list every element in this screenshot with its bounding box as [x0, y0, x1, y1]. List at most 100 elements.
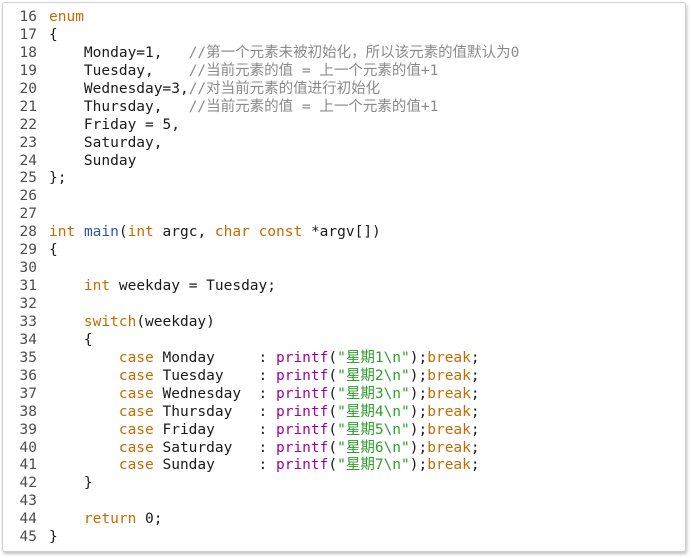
comment-token: //第一个元素未被初始化，所以该元素的值默认为0 — [188, 44, 520, 61]
keyword-token: switch — [83, 313, 137, 330]
code-token: ( — [328, 367, 338, 384]
code-editor[interactable]: 16 enum 17 {18 Monday=1, //第一个元素未被初始化，所以该元素… — [3, 9, 685, 547]
comment-token: //对当前元素的值进行初始化 — [188, 80, 381, 97]
code-token: ); — [409, 367, 428, 384]
code-line: 17 { — [3, 27, 685, 45]
code-token: Thursday, — [49, 98, 189, 115]
code-line: 39 case Friday : printf("星期5\n");break; — [3, 422, 685, 440]
printf-call-token: printf — [275, 349, 329, 366]
code-line: 44 return 0; — [3, 511, 685, 529]
code-text: switch(weekday) — [49, 314, 685, 332]
code-text: enum — [49, 9, 685, 27]
code-token: ; — [470, 439, 480, 456]
code-token: Wednesday : — [153, 385, 276, 402]
line-number: 41 — [19, 457, 37, 474]
line-number: 37 — [19, 385, 37, 402]
gutter-gap — [37, 457, 49, 475]
function-name-token: main — [83, 224, 119, 241]
gutter-gap — [37, 475, 49, 493]
code-text: Sunday — [49, 153, 685, 171]
code-text: int weekday = Tuesday; — [49, 278, 685, 296]
line-number: 18 — [19, 44, 37, 61]
line-number: 38 — [19, 403, 37, 420]
code-token: { — [49, 26, 58, 43]
string-literal-token: "星期6\n" — [337, 439, 410, 456]
line-number: 23 — [19, 134, 37, 151]
code-token: { — [49, 331, 93, 348]
line-number: 34 — [19, 331, 37, 348]
keyword-token: break — [427, 457, 471, 474]
keyword-token: case — [118, 349, 154, 366]
code-token: Thursday : — [153, 403, 276, 420]
code-line: 37 case Wednesday : printf("星期3\n");brea… — [3, 386, 685, 404]
code-text: case Wednesday : printf("星期3\n");break; — [49, 386, 685, 404]
code-line: 26 — [3, 188, 685, 206]
code-token: Saturday, — [49, 134, 163, 151]
printf-call-token: printf — [275, 439, 329, 456]
line-number: 27 — [19, 206, 37, 223]
line-number: 21 — [19, 98, 37, 115]
code-token: ( — [118, 224, 128, 241]
code-token: weekday = Tuesday; — [110, 278, 276, 295]
code-line: 36 case Tuesday : printf("星期2\n");break; — [3, 368, 685, 386]
line-number: 24 — [19, 152, 37, 169]
gutter-gap — [37, 224, 49, 242]
code-line: 20 Wednesday=3,//对当前元素的值进行初始化 — [3, 81, 685, 99]
comment-token: //当前元素的值 = 上一个元素的值+1 — [188, 98, 439, 115]
line-number: 22 — [19, 116, 37, 133]
code-line: 38 case Thursday : printf("星期4\n");break… — [3, 404, 685, 422]
gutter-gap — [37, 188, 49, 206]
code-token: 0; — [136, 511, 163, 528]
code-line: 24 Sunday — [3, 153, 685, 171]
gutter-gap — [37, 493, 49, 511]
line-number: 16 — [19, 9, 37, 25]
keyword-token: break — [427, 349, 471, 366]
code-text: Friday = 5, — [49, 117, 685, 135]
code-token: } — [49, 529, 58, 546]
code-line: 31 int weekday = Tuesday; — [3, 278, 685, 296]
line-number: 25 — [19, 170, 37, 187]
code-token: Monday : — [153, 349, 276, 366]
gutter-gap — [37, 81, 49, 99]
code-text: { — [49, 27, 685, 45]
code-token: ; — [470, 421, 480, 438]
keyword-token: break — [427, 367, 471, 384]
gutter-gap — [37, 296, 49, 314]
code-token: ); — [409, 349, 428, 366]
code-token: ); — [409, 385, 428, 402]
keyword-token: case — [118, 385, 154, 402]
code-token: ( — [328, 421, 338, 438]
code-text: Saturday, — [49, 135, 685, 153]
code-line: 30 — [3, 260, 685, 278]
code-line: 18 Monday=1, //第一个元素未被初始化，所以该元素的值默认为0 — [3, 45, 685, 63]
code-line: 28 int main(int argc, char const *argv[]) — [3, 224, 685, 242]
line-number: 30 — [19, 260, 37, 277]
code-token: Tuesday : — [153, 367, 276, 384]
printf-call-token: printf — [275, 457, 329, 474]
code-text: } — [49, 475, 685, 493]
line-number: 17 — [19, 26, 37, 43]
code-text: Monday=1, //第一个元素未被初始化，所以该元素的值默认为0 — [49, 45, 685, 63]
code-text: Thursday, //当前元素的值 = 上一个元素的值+1 — [49, 99, 685, 117]
code-text: { — [49, 332, 685, 350]
code-line: 19 Tuesday, //当前元素的值 = 上一个元素的值+1 — [3, 63, 685, 81]
code-text: return 0; — [49, 511, 685, 529]
gutter-gap — [37, 45, 49, 63]
keyword-token: const — [258, 224, 303, 241]
keyword-token: break — [427, 403, 471, 420]
code-token: Wednesday=3, — [49, 80, 189, 97]
code-line: 16 enum — [3, 9, 685, 27]
code-line: 25}; — [3, 170, 685, 188]
line-number: 42 — [19, 475, 37, 492]
line-number: 36 — [19, 367, 37, 384]
code-line: 29 { — [3, 242, 685, 260]
code-token: { — [49, 242, 58, 259]
code-text: case Friday : printf("星期5\n");break; — [49, 422, 685, 440]
